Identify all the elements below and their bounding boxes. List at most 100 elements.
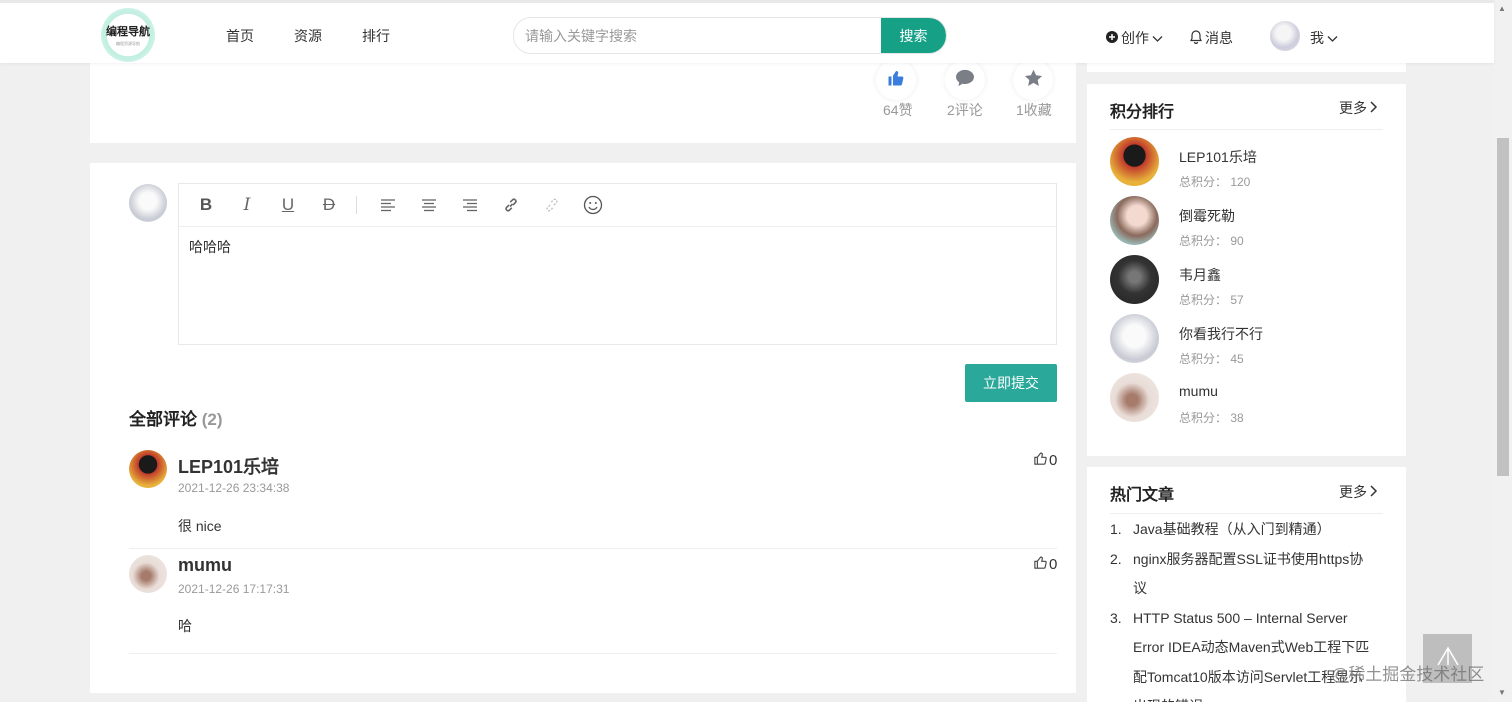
hot-article-num: 2. xyxy=(1110,550,1122,567)
watermark: @稀土掘金技术社区 xyxy=(1331,665,1485,684)
rank-user-name[interactable]: mumu xyxy=(1179,383,1218,399)
avatar[interactable] xyxy=(129,555,167,593)
divider xyxy=(129,548,1057,549)
search-box: 搜索 xyxy=(513,17,947,54)
align-center-icon[interactable] xyxy=(419,195,439,215)
logo-subtext: 编程资源导航 xyxy=(116,41,140,46)
avatar[interactable] xyxy=(1110,373,1159,422)
user-menu[interactable]: 我 xyxy=(1310,28,1338,48)
avatar[interactable] xyxy=(1110,196,1159,245)
comments-title-text: 全部评论 xyxy=(129,410,197,429)
search-button[interactable]: 搜索 xyxy=(881,18,946,53)
comment-like-count: 0 xyxy=(1049,556,1058,573)
messages-link[interactable]: 消息 xyxy=(1190,28,1233,48)
editor-toolbar: B I U D xyxy=(179,184,1056,227)
nav-ranking[interactable]: 排行 xyxy=(362,26,390,46)
like-count: 64赞 xyxy=(883,102,913,118)
main-nav: 首页 资源 排行 xyxy=(226,26,430,46)
italic-icon[interactable]: I xyxy=(237,195,257,215)
bell-icon xyxy=(1190,29,1202,47)
nav-home[interactable]: 首页 xyxy=(226,26,254,46)
strikethrough-icon[interactable]: D xyxy=(319,195,339,215)
current-user-avatar xyxy=(129,184,167,222)
rank-user-name[interactable]: 韦月鑫 xyxy=(1179,265,1221,285)
thumbs-up-outline-icon xyxy=(1033,555,1048,574)
comment-text: 哈 xyxy=(178,618,192,634)
hot-more-link[interactable]: 更多 xyxy=(1339,482,1378,502)
star-icon xyxy=(1024,69,1043,92)
comment-count: 2评论 xyxy=(947,102,983,118)
favorite-count: 1收藏 xyxy=(1016,102,1052,118)
comment-like-count: 0 xyxy=(1049,452,1058,469)
link-icon[interactable] xyxy=(501,195,521,215)
site-logo[interactable]: 编程导航 编程资源导航 xyxy=(101,8,155,62)
rank-user-name[interactable]: 倒霉死勒 xyxy=(1179,206,1235,226)
rank-user-name[interactable]: LEP101乐培 xyxy=(1179,147,1257,167)
editor-content[interactable]: 哈哈哈 xyxy=(179,227,1056,267)
avatar[interactable] xyxy=(1110,255,1159,304)
ranking-more-label: 更多 xyxy=(1339,100,1367,116)
hot-article-num: 1. xyxy=(1110,521,1122,537)
rank-user-score: 总积分： 38 xyxy=(1179,411,1244,425)
scrollbar-thumb[interactable] xyxy=(1497,138,1509,476)
nav-resources[interactable]: 资源 xyxy=(294,26,322,46)
hot-title: 热门文章 xyxy=(1110,487,1175,504)
divider xyxy=(129,653,1057,654)
rank-user-score: 总积分： 45 xyxy=(1179,352,1244,366)
underline-icon[interactable]: U xyxy=(278,195,298,215)
plus-circle-icon xyxy=(1106,30,1118,46)
avatar[interactable] xyxy=(1110,137,1159,186)
scroll-up-arrow-icon[interactable]: ▲ xyxy=(1498,4,1506,13)
logo-text: 编程导航 xyxy=(106,25,150,38)
divider xyxy=(1110,513,1383,514)
create-menu[interactable]: 创作 xyxy=(1106,28,1163,48)
rank-user-name[interactable]: 你看我行不行 xyxy=(1179,324,1263,344)
align-right-icon[interactable] xyxy=(460,195,480,215)
hot-more-label: 更多 xyxy=(1339,484,1367,500)
rank-user-score: 总积分： 120 xyxy=(1179,175,1251,189)
chevron-down-icon xyxy=(1152,30,1163,46)
hot-article-num: 3. xyxy=(1110,609,1122,626)
comment-editor[interactable]: B I U D 哈哈哈 xyxy=(178,183,1057,345)
bold-icon[interactable]: B xyxy=(196,195,216,215)
ranking-title: 积分排行 xyxy=(1110,104,1175,121)
chevron-down-icon xyxy=(1327,30,1338,46)
scroll-down-arrow-icon[interactable]: ▼ xyxy=(1498,688,1506,697)
rank-user-score: 总积分： 90 xyxy=(1179,234,1244,248)
unlink-icon[interactable] xyxy=(542,195,562,215)
comment-time: 2021-12-26 17:17:31 xyxy=(178,582,290,596)
submit-button[interactable]: 立即提交 xyxy=(965,364,1057,402)
comment-like-button[interactable]: 0 xyxy=(1033,555,1057,574)
top-navbar: 编程导航 编程资源导航 首页 资源 排行 搜索 创作 消息 我 xyxy=(0,0,1494,63)
thumbs-up-icon xyxy=(887,69,905,92)
search-input[interactable] xyxy=(514,18,882,53)
comment-like-button[interactable]: 0 xyxy=(1033,451,1057,470)
hot-article-title[interactable]: Java基础教程（从入门到精通） xyxy=(1133,515,1331,545)
favorite-button[interactable] xyxy=(1013,60,1053,100)
hot-article-item[interactable]: 3. HTTP Status 500 – Internal Server Err… xyxy=(1110,604,1370,702)
like-button[interactable] xyxy=(876,60,916,100)
hot-article-title[interactable]: nginx服务器配置SSL证书使用https协议 xyxy=(1133,545,1370,604)
hot-article-item[interactable]: 2. nginx服务器配置SSL证书使用https协议 xyxy=(1110,545,1370,604)
align-left-icon[interactable] xyxy=(378,195,398,215)
avatar[interactable] xyxy=(129,450,167,488)
comment-author[interactable]: LEP101乐培 xyxy=(178,453,279,479)
thumbs-up-outline-icon xyxy=(1033,451,1048,470)
comment-icon xyxy=(955,69,975,92)
toolbar-divider xyxy=(356,196,357,214)
comments-count: (2) xyxy=(201,410,223,429)
comment-time: 2021-12-26 23:34:38 xyxy=(178,481,290,495)
comment-author[interactable]: mumu xyxy=(178,555,232,576)
chevron-right-icon xyxy=(1369,484,1378,500)
hot-article-item[interactable]: 1. Java基础教程（从入门到精通） xyxy=(1110,515,1370,545)
avatar[interactable] xyxy=(1110,314,1159,363)
hot-article-title[interactable]: HTTP Status 500 – Internal Server Error … xyxy=(1133,604,1370,702)
comment-button[interactable] xyxy=(945,60,985,100)
ranking-more-link[interactable]: 更多 xyxy=(1339,98,1378,118)
create-label: 创作 xyxy=(1121,30,1149,46)
avatar[interactable] xyxy=(1270,21,1300,51)
divider xyxy=(1110,129,1383,130)
comments-title: 全部评论 (2) xyxy=(129,405,223,430)
emoji-icon[interactable] xyxy=(583,195,603,215)
user-menu-label: 我 xyxy=(1310,30,1324,46)
